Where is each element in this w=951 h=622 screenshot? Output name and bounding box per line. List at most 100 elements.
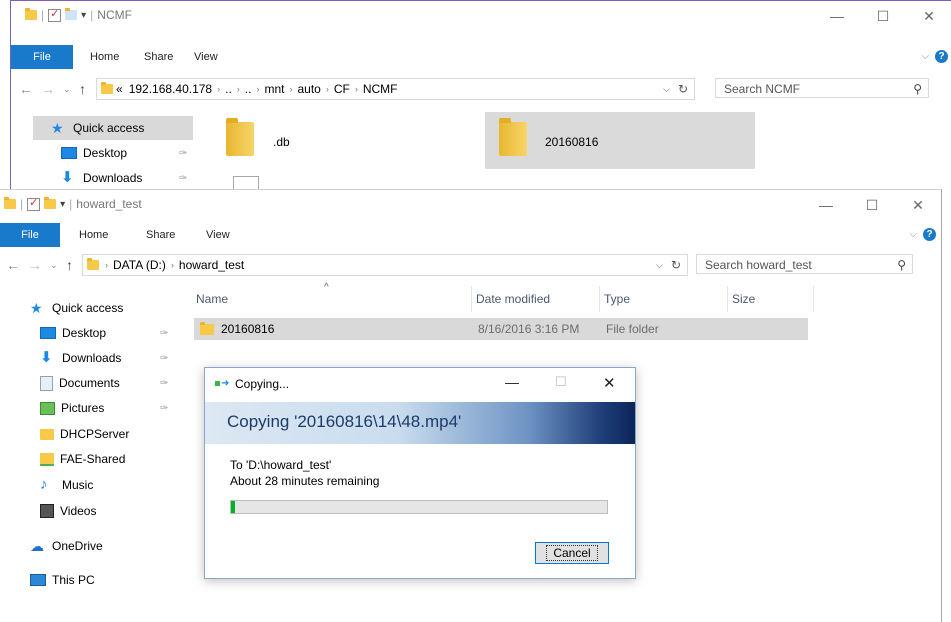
copy-progress-dialog: ➜ Copying... — ☐ ✕ Copying '20160816\14\…	[204, 367, 636, 579]
address-segment[interactable]: 192.168.40.178	[129, 82, 212, 96]
folder-icon[interactable]	[499, 118, 527, 156]
sidebar-item-pictures[interactable]: Pictures	[40, 396, 104, 420]
back-sidebar-item-desktop[interactable]: Desktop	[61, 141, 127, 165]
customize-qat-icon[interactable]: ▾	[81, 10, 86, 21]
column-header-size[interactable]: Size	[728, 286, 814, 312]
refresh-icon[interactable]: ↻	[671, 258, 681, 272]
address-segment[interactable]: auto	[297, 82, 320, 96]
sidebar-item-label: Quick access	[73, 121, 145, 135]
pin-icon[interactable]: ✑	[160, 403, 168, 414]
address-dropdown-icon[interactable]: ⌵	[656, 260, 663, 271]
forward-arrow-icon[interactable]: →	[28, 250, 42, 280]
pc-icon	[30, 574, 46, 586]
address-segment[interactable]: mnt	[264, 82, 284, 96]
downloads-icon: ⬇	[40, 349, 53, 366]
chevron-right-icon[interactable]: ›	[289, 84, 292, 94]
front-tab-share[interactable]: Share	[146, 223, 175, 247]
help-icon[interactable]: ?	[935, 50, 948, 63]
new-folder-icon[interactable]	[44, 197, 57, 209]
minimize-button[interactable]: —	[505, 374, 519, 390]
address-segment[interactable]: ..	[225, 82, 232, 96]
chevron-right-icon[interactable]: ›	[105, 260, 108, 270]
onedrive-icon: ☁	[30, 538, 44, 554]
pin-icon[interactable]: ✑	[160, 353, 168, 364]
ribbon-expand-icon[interactable]: ⌵	[909, 223, 917, 247]
address-segment[interactable]: «	[116, 82, 123, 96]
front-tab-home[interactable]: Home	[79, 223, 108, 247]
back-search-input[interactable]: Search NCMF ⚲	[715, 78, 929, 98]
chevron-right-icon[interactable]: ›	[217, 84, 220, 94]
properties-icon[interactable]	[48, 7, 62, 22]
front-tab-view[interactable]: View	[206, 223, 230, 247]
search-icon: ⚲	[913, 82, 922, 96]
back-tab-home[interactable]: Home	[90, 45, 119, 69]
row-name[interactable]: 20160816	[221, 318, 274, 340]
address-segment[interactable]: howard_test	[179, 258, 244, 272]
maximize-button[interactable]: ☐	[849, 190, 895, 220]
pin-icon[interactable]: ✑	[179, 173, 187, 184]
sidebar-item-videos[interactable]: Videos	[40, 499, 96, 523]
up-arrow-icon[interactable]: ↑	[79, 74, 86, 104]
recent-locations-icon[interactable]: ⌄	[50, 250, 58, 280]
address-dropdown-icon[interactable]: ⌵	[663, 84, 670, 95]
minimize-button[interactable]: —	[803, 190, 849, 220]
properties-icon[interactable]	[27, 196, 41, 211]
sidebar-item-music[interactable]: ♪ Music	[40, 473, 93, 497]
help-icon[interactable]: ?	[923, 228, 936, 241]
back-address-bar[interactable]: « 192.168.40.178 › .. › .. › mnt › auto …	[96, 78, 695, 100]
chevron-right-icon[interactable]: ›	[355, 84, 358, 94]
front-window-controls: — ☐ ✕	[803, 190, 941, 220]
close-button[interactable]: ✕	[906, 1, 951, 31]
item-20160816-label[interactable]: 20160816	[545, 131, 598, 153]
cancel-button[interactable]: Cancel	[535, 542, 609, 564]
address-segment[interactable]: DATA (D:)	[113, 258, 166, 272]
folder-icon	[87, 258, 99, 270]
back-sidebar-item-downloads[interactable]: ⬇ Downloads	[61, 166, 142, 190]
address-segment[interactable]: CF	[334, 82, 350, 96]
close-button[interactable]: ✕	[603, 374, 616, 392]
column-header-date-modified[interactable]: Date modified	[472, 286, 600, 312]
address-segment[interactable]: ..	[245, 82, 252, 96]
pin-icon[interactable]: ✑	[179, 148, 187, 159]
front-file-tab[interactable]: File	[0, 223, 60, 247]
folder-icon[interactable]	[226, 118, 254, 156]
chevron-right-icon[interactable]: ›	[326, 84, 329, 94]
pin-icon[interactable]: ✑	[160, 378, 168, 389]
pin-icon[interactable]: ✑	[160, 328, 168, 339]
item-db-label[interactable]: .db	[273, 131, 290, 153]
row-type: File folder	[606, 322, 659, 336]
minimize-button[interactable]: —	[814, 1, 860, 31]
sidebar-item-quick-access[interactable]: ★ Quick access	[30, 296, 123, 320]
new-folder-icon[interactable]	[65, 8, 78, 20]
back-sidebar-item-quick-access-label[interactable]: ★ Quick access	[51, 116, 144, 140]
forward-arrow-icon[interactable]: →	[41, 74, 55, 104]
back-tab-share[interactable]: Share	[144, 45, 173, 69]
sidebar-item-documents[interactable]: Documents	[40, 371, 120, 395]
back-arrow-icon[interactable]: ←	[6, 250, 20, 280]
sidebar-item-fae-shared[interactable]: FAE-Shared	[40, 447, 125, 471]
chevron-right-icon[interactable]: ›	[237, 84, 240, 94]
sidebar-item-this-pc[interactable]: This PC	[30, 568, 95, 592]
refresh-icon[interactable]: ↻	[678, 82, 688, 96]
back-arrow-icon[interactable]: ←	[19, 74, 33, 104]
customize-qat-icon[interactable]: ▾	[60, 199, 65, 210]
sidebar-item-dhcpserver[interactable]: DHCPServer	[40, 422, 129, 446]
sidebar-item-downloads[interactable]: ⬇ Downloads	[40, 346, 121, 370]
close-button[interactable]: ✕	[895, 190, 941, 220]
column-header-name[interactable]: Name	[192, 286, 472, 312]
chevron-right-icon[interactable]: ›	[171, 260, 174, 270]
ribbon-expand-icon[interactable]: ⌵	[921, 45, 929, 69]
front-search-input[interactable]: Search howard_test ⚲	[696, 254, 913, 274]
chevron-right-icon[interactable]: ›	[256, 84, 259, 94]
address-segment[interactable]: NCMF	[363, 82, 398, 96]
front-address-bar[interactable]: › DATA (D:) › howard_test ⌵ ↻	[82, 254, 688, 276]
sidebar-item-desktop[interactable]: Desktop	[40, 321, 106, 345]
maximize-button[interactable]: ☐	[555, 374, 567, 390]
recent-locations-icon[interactable]: ⌄	[63, 74, 71, 104]
column-header-type[interactable]: Type	[600, 286, 728, 312]
maximize-button[interactable]: ☐	[860, 1, 906, 31]
back-tab-view[interactable]: View	[194, 45, 218, 69]
sidebar-item-onedrive[interactable]: ☁ OneDrive	[30, 534, 103, 558]
back-file-tab[interactable]: File	[11, 45, 73, 69]
up-arrow-icon[interactable]: ↑	[66, 250, 73, 280]
